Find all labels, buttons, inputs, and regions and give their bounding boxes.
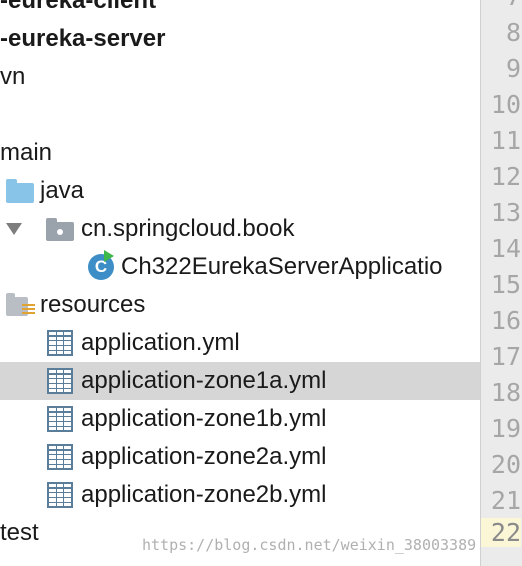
tree-item-label: application-zone1a.yml	[81, 367, 327, 394]
tree-item-label: -eureka-client	[0, 0, 157, 14]
run-badge-icon	[104, 250, 114, 262]
line-number: 18	[490, 378, 521, 407]
class-icon: C	[88, 250, 114, 280]
tree-item-application-yml[interactable]: application.yml	[0, 324, 480, 362]
tree-item-eureka-client[interactable]: -eureka-client	[0, 0, 480, 20]
yml-file-icon	[47, 406, 73, 432]
yml-file-icon	[47, 330, 73, 356]
watermark: https://blog.csdn.net/weixin_38003389	[142, 536, 477, 554]
tree-item-resources[interactable]: resources	[0, 286, 480, 324]
tree-item-label: application-zone2b.yml	[81, 481, 327, 508]
tree-item-label: main	[0, 139, 53, 166]
tree-item-label: cn.springcloud.book	[81, 215, 295, 242]
line-number: 17	[490, 342, 521, 371]
folder-icon	[6, 179, 34, 203]
triangle-down-icon[interactable]	[6, 223, 22, 235]
line-number: 8	[505, 18, 521, 47]
tree-item-label: application-zone2a.yml	[81, 443, 327, 470]
line-number: 12	[490, 162, 521, 191]
tree-item-label: Ch322EurekaServerApplicatio	[121, 253, 443, 280]
tree-item-mvn[interactable]: vn	[0, 58, 480, 96]
tree-item-java[interactable]: java	[0, 172, 480, 210]
line-number: 16	[490, 306, 521, 335]
line-number: 10	[490, 90, 521, 119]
tree-item-label: resources	[40, 291, 146, 318]
line-number: 14	[490, 234, 521, 263]
line-number-current: 22	[481, 518, 521, 547]
tree-item-label: vn	[0, 63, 26, 90]
line-number: 19	[490, 414, 521, 443]
yml-file-icon	[47, 482, 73, 508]
line-number: 7	[481, 0, 521, 11]
yml-file-icon	[47, 368, 73, 394]
line-number: 13	[490, 198, 521, 227]
tree-item-eureka-server[interactable]: -eureka-server	[0, 20, 480, 58]
line-number: 11	[490, 126, 521, 155]
project-tree: -eureka-client -eureka-server vn main ja…	[0, 0, 480, 566]
tree-item-application-zone1a-yml[interactable]: application-zone1a.yml	[0, 362, 480, 400]
yml-file-icon	[47, 444, 73, 470]
tree-item-label: application.yml	[81, 329, 240, 356]
line-number: 21	[490, 486, 521, 515]
tree-item-application-zone2a-yml[interactable]: application-zone2a.yml	[0, 438, 480, 476]
line-number: 15	[490, 270, 521, 299]
line-number: 9	[505, 54, 521, 83]
resources-folder-icon	[6, 293, 35, 316]
line-number-gutter: 7 8 9 10 11 12 13 14 15 16 17 18 19 20 2…	[480, 0, 522, 566]
tree-item-application-zone2b-yml[interactable]: application-zone2b.yml	[0, 476, 480, 514]
tree-item-application-class[interactable]: C Ch322EurekaServerApplicatio	[0, 248, 480, 286]
tree-item-main[interactable]: main	[0, 134, 480, 172]
tree-item-package[interactable]: cn.springcloud.book	[0, 210, 480, 248]
tree-item-label: application-zone1b.yml	[81, 405, 327, 432]
package-icon	[46, 218, 74, 241]
tree-item-label: test	[0, 519, 39, 546]
tree-item-label: -eureka-server	[0, 25, 166, 52]
tree-item-label: java	[40, 177, 85, 204]
tree-item-application-zone1b-yml[interactable]: application-zone1b.yml	[0, 400, 480, 438]
line-number: 20	[490, 450, 521, 479]
